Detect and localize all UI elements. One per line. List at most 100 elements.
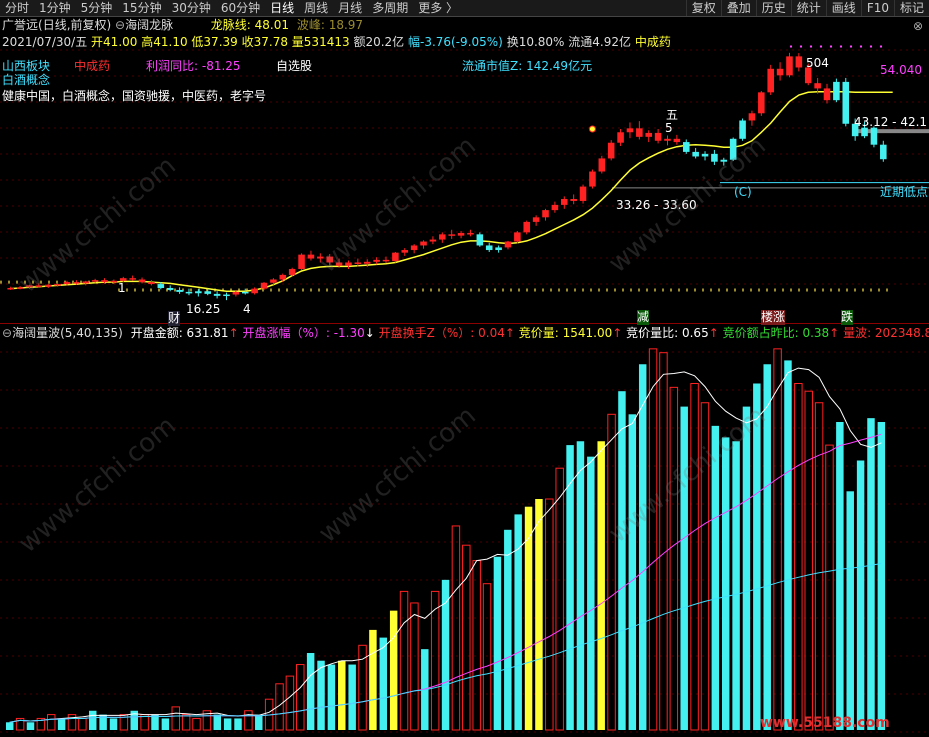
volume-bar — [825, 444, 834, 731]
volume-bar — [338, 660, 346, 730]
candle-body — [598, 158, 606, 172]
indicator-name[interactable]: 海阔龙脉 — [125, 18, 173, 32]
finance-marker[interactable]: 财 — [168, 311, 181, 326]
candle-body — [607, 142, 615, 159]
sub-kaipan-jine: 开盘金额: 631.81 — [130, 326, 229, 340]
volume-bar — [482, 583, 492, 731]
candle-body — [213, 293, 221, 296]
candle-body — [298, 254, 305, 270]
candle-body — [401, 250, 409, 253]
volume-bar — [213, 714, 222, 730]
candle-body — [467, 233, 474, 235]
volume-bar — [493, 556, 502, 730]
candle-body — [185, 291, 193, 294]
wave-label-1: 1 — [118, 281, 126, 295]
candle-body — [748, 113, 756, 121]
candle-body — [823, 88, 831, 101]
candle-body — [880, 144, 887, 160]
volume-bar — [836, 422, 844, 730]
candle-body — [776, 68, 784, 76]
volume-bar — [628, 414, 637, 730]
volume-bar — [296, 664, 305, 731]
wave-label-c: (C) — [734, 185, 752, 199]
candle-body — [429, 239, 437, 242]
volume-bar — [234, 718, 242, 730]
quote-date: 2021/07/30/五 — [2, 35, 88, 49]
candle-body — [373, 259, 380, 262]
volume-bar — [369, 629, 377, 730]
volume-bar — [524, 506, 533, 730]
candle-body — [654, 132, 662, 141]
sub-liangbi: 竞价量比: 0.65 — [626, 326, 709, 340]
collapse-icon[interactable]: ⊖ — [115, 18, 125, 32]
volume-bar — [856, 460, 865, 730]
volume-bar — [430, 590, 440, 731]
volume-bar — [576, 441, 585, 730]
volume-bar — [244, 710, 253, 731]
candle-body — [91, 280, 99, 282]
candle-body — [523, 221, 531, 233]
candle-body — [439, 234, 446, 240]
volume-bar — [67, 714, 77, 731]
candle-body — [457, 233, 465, 236]
candle-body — [138, 279, 146, 283]
candle-body — [579, 186, 587, 201]
quote-amount: 额20.2亿 — [353, 35, 405, 49]
candle-body — [786, 56, 793, 76]
close-icon[interactable]: ⊗ — [913, 19, 923, 33]
candle-body — [241, 291, 249, 294]
candle-body — [270, 279, 277, 283]
candle-body — [589, 171, 596, 187]
candle-body — [551, 204, 559, 211]
volume-bar — [659, 352, 668, 731]
candle-body — [570, 199, 577, 201]
quote-volume: 量531413 — [291, 35, 350, 49]
candle-body — [833, 81, 840, 101]
candle-body — [166, 287, 174, 290]
low-price-label: 16.25 — [186, 302, 221, 316]
sub-header: ⊖海阔量波(5,40,135) 开盘金额: 631.81↑ 开盘涨幅（%）: -… — [2, 326, 929, 341]
volume-bar — [89, 710, 97, 730]
volume-bar — [255, 714, 263, 730]
candle-body — [110, 280, 118, 283]
candle-body — [73, 282, 80, 284]
candle-body — [7, 287, 14, 290]
volume-bar — [410, 602, 419, 731]
bofeng-label: 波峰: — [296, 18, 325, 32]
quote-low: 低37.39 — [191, 35, 238, 49]
candle-body — [504, 241, 512, 248]
bofeng-value: 18.97 — [328, 18, 364, 32]
volume-bar — [638, 364, 647, 730]
volume-bar — [867, 418, 875, 730]
candle-body — [63, 282, 71, 285]
industry-label: 中成药 — [74, 59, 111, 73]
volume-bar — [109, 718, 118, 730]
sub-liangbo: 量波: 202348.80 — [843, 326, 929, 340]
signal-jian: 减 — [637, 310, 650, 325]
volume-bar — [690, 383, 699, 731]
market-cap-label: 流通市值Z: 142.49亿元 — [462, 59, 593, 73]
volume-bar — [877, 422, 886, 730]
candle-body — [514, 232, 521, 242]
volume-bar — [285, 675, 295, 731]
candle-body — [204, 291, 212, 294]
candle-body — [148, 282, 155, 285]
candle-body — [251, 288, 258, 294]
quote-high: 高41.10 — [141, 35, 188, 49]
sub-indicator-name[interactable]: 海阔量波(5,40,135) — [12, 326, 123, 340]
volume-bar — [472, 560, 481, 731]
volume-bar — [6, 722, 14, 730]
sub-zhangfu: 开盘涨幅（%）: -1.30 — [242, 326, 365, 340]
recent-low-label: 近期低点 — [880, 185, 929, 199]
candle-body — [288, 269, 296, 275]
kline-chart[interactable] — [0, 0, 929, 737]
volume-bar — [587, 456, 595, 730]
candle-body — [260, 282, 268, 289]
range-label-1: 43.12 - 42.1 — [854, 115, 928, 129]
volume-bar — [348, 664, 356, 730]
collapse-icon[interactable]: ⊖ — [2, 326, 12, 340]
candle-body — [664, 138, 671, 141]
peak-label: 504 — [806, 56, 829, 70]
volume-bar — [399, 590, 409, 731]
longmai-label: 龙脉线: — [210, 18, 251, 32]
